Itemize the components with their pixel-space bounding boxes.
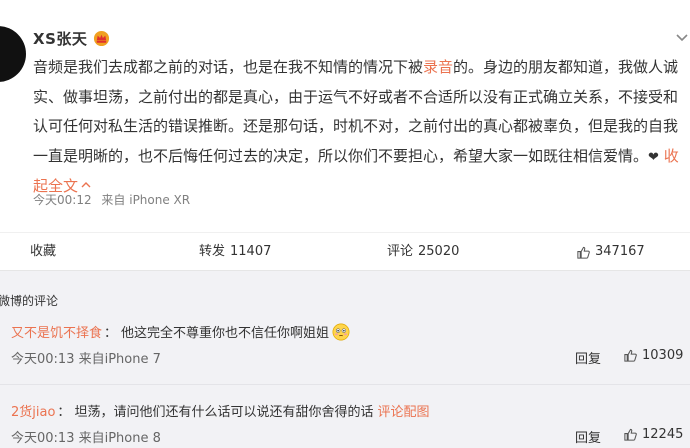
action-bar: 收藏 转发 11407 评论 25020 347167 (0, 232, 690, 271)
comments-section-title: 微博的评论 (0, 294, 59, 308)
forward-button[interactable]: 转发 11407 (199, 233, 271, 271)
comment-text: 他这完全不尊重你也不信任你啊姐姐 (121, 326, 330, 341)
post-source: 来自 iPhone XR (101, 193, 191, 207)
comment-source: 来自iPhone 8 (78, 431, 161, 446)
forward-count: 11407 (230, 244, 272, 259)
crown-icon (94, 30, 110, 46)
author-name[interactable]: XS张天 (33, 28, 87, 49)
post-meta: 今天00:12 来自 iPhone XR (33, 191, 190, 208)
flushed-face-icon (332, 323, 350, 340)
comment-like-button[interactable]: 12245 (623, 427, 683, 442)
post-text-part1: 音频是我们去成都之前的对话，也是在我不知情的情况下被 (33, 58, 424, 76)
comment-source: 来自iPhone 7 (78, 352, 161, 367)
comment-label: 评论 (387, 244, 414, 259)
favorite-button[interactable]: 收藏 (30, 233, 56, 271)
audio-link[interactable]: 录音 (423, 58, 453, 76)
heart-icon: ❤ (648, 149, 659, 165)
comment-count: 25020 (418, 244, 460, 259)
comment-button[interactable]: 评论 25020 (387, 233, 459, 271)
comment-meta: 今天00:13 来自iPhone 7 (11, 348, 161, 367)
comments-panel: 微博的评论 又不是饥不择食：他这完全不尊重你也不信任你啊姐姐 今天00:13 来… (0, 271, 690, 448)
thumbs-up-icon (624, 349, 637, 362)
comment-item: 2货jiao：坦荡，请问他们还有什么话可以说还有甜你舍得的话 评论配图 今天00:… (0, 394, 690, 448)
comment-line: 又不是饥不择食：他这完全不尊重你也不信任你啊姐姐 (11, 322, 350, 341)
comment-like-button[interactable]: 10309 (623, 348, 683, 363)
weibo-post: XS张天 音频是我们去成都之前的对话，也是在我不知情的情况下被录音的。身边的朋友… (0, 0, 690, 232)
reply-button[interactable]: 回复 (575, 427, 601, 446)
thumbs-up-icon (577, 246, 590, 259)
comment-item: 又不是饥不择食：他这完全不尊重你也不信任你啊姐姐 今天00:13 来自iPhon… (0, 315, 690, 385)
author-row: XS张天 (33, 27, 110, 49)
comment-user[interactable]: 2货jiao (11, 401, 55, 420)
forward-label: 转发 (199, 244, 226, 259)
comment-image-link[interactable]: 评论配图 (377, 401, 429, 420)
comment-separator: ： (57, 405, 71, 420)
comment-like-count: 10309 (642, 348, 684, 363)
comment-meta: 今天00:13 来自iPhone 8 (11, 427, 161, 446)
chevron-down-icon[interactable] (674, 30, 690, 46)
like-count: 347167 (595, 244, 645, 259)
thumbs-up-icon (624, 428, 637, 441)
reply-button[interactable]: 回复 (575, 348, 601, 367)
comment-separator: ： (104, 326, 118, 341)
like-button[interactable]: 347167 (576, 233, 645, 271)
avatar[interactable] (0, 26, 26, 82)
post-time[interactable]: 今天00:12 (33, 193, 92, 207)
post-text: 音频是我们去成都之前的对话，也是在我不知情的情况下被录音的。身边的朋友都知道，我… (33, 53, 683, 202)
chevron-up-icon (81, 182, 91, 188)
comment-user[interactable]: 又不是饥不择食 (11, 322, 102, 341)
favorite-label: 收藏 (30, 244, 57, 259)
comment-text: 坦荡，请问他们还有什么话可以说还有甜你舍得的话 (74, 405, 374, 420)
comment-time: 今天00:13 (11, 352, 75, 367)
comment-line: 2货jiao：坦荡，请问他们还有什么话可以说还有甜你舍得的话 评论配图 (11, 401, 429, 420)
comment-time: 今天00:13 (11, 431, 75, 446)
comment-like-count: 12245 (642, 427, 684, 442)
